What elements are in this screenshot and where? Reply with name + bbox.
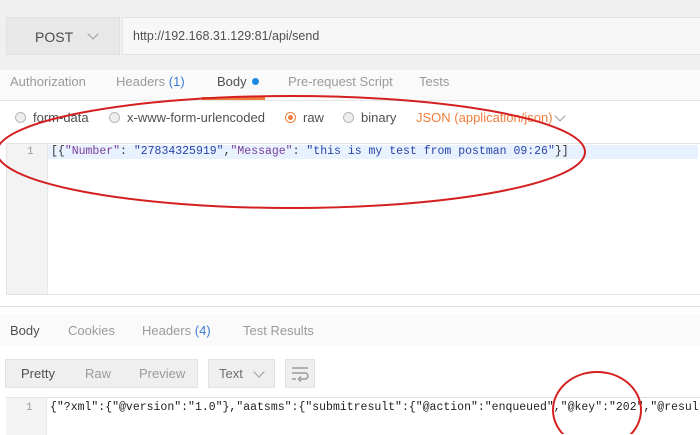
radio-form-data[interactable] [15, 112, 26, 123]
response-tab-test-results[interactable]: Test Results [243, 323, 314, 338]
modified-dot-icon [251, 78, 259, 85]
tab-pre-request-script[interactable]: Pre-request Script [288, 74, 393, 89]
url-text: http://192.168.31.129:81/api/send [133, 29, 320, 43]
wrap-lines-icon [292, 367, 309, 383]
format-dropdown[interactable]: Text [208, 359, 275, 388]
radio-raw[interactable] [285, 112, 296, 123]
form-data-label[interactable]: form-data [33, 110, 89, 125]
tab-body[interactable]: Body [217, 74, 259, 89]
request-body-code[interactable]: [{"Number": "27834325919","Message": "th… [51, 145, 569, 158]
method-dropdown[interactable]: POST [6, 17, 120, 55]
tab-tests[interactable]: Tests [419, 74, 449, 89]
format-label: Text [219, 366, 243, 381]
response-line-number: 1 [26, 402, 33, 414]
binary-label[interactable]: binary [361, 110, 396, 125]
response-body-code: {"?xml":{"@version":"1.0"},"aatsms":{"su… [50, 401, 700, 414]
radio-urlencoded[interactable] [109, 112, 120, 123]
response-divider [0, 306, 700, 307]
tab-headers[interactable]: Headers (1) [116, 74, 185, 89]
format-chevron-icon [253, 366, 265, 378]
chevron-down-icon [87, 28, 99, 40]
raw-label[interactable]: raw [303, 110, 324, 125]
code-prefix: [{ [51, 145, 65, 158]
content-type-chevron-icon[interactable] [554, 110, 566, 122]
preview-button[interactable]: Preview [139, 366, 185, 381]
code-key-number: "Number" [64, 145, 121, 158]
response-tab-cookies[interactable]: Cookies [68, 323, 115, 338]
response-tab-body[interactable]: Body [10, 323, 40, 338]
code-value-number: "27834325919" [133, 145, 224, 158]
code-key-message: "Message" [230, 145, 293, 158]
content-type-dropdown[interactable]: JSON (application/json) [416, 110, 553, 125]
response-headers-count: (4) [194, 323, 211, 338]
urlencoded-label[interactable]: x-www-form-urlencoded [127, 110, 265, 125]
response-body-viewer[interactable]: 1 {"?xml":{"@version":"1.0"},"aatsms":{"… [6, 397, 700, 435]
url-input[interactable]: http://192.168.31.129:81/api/send [122, 17, 700, 55]
code-suffix: }] [554, 145, 569, 158]
response-view-toggle: Pretty Raw Preview [5, 359, 198, 388]
tab-headers-label: Headers [116, 74, 166, 89]
code-sep: : [120, 145, 134, 158]
request-tabs: Authorization Headers (1) Body Pre-reque… [0, 70, 700, 101]
response-tabs: Body Cookies Headers (4) Test Results [0, 314, 700, 346]
code-value-message: "this is my test from postman 09:26" [306, 145, 555, 158]
line-number: 1 [27, 146, 34, 158]
raw-button[interactable]: Raw [85, 366, 111, 381]
editor-gutter [7, 144, 48, 294]
code-sep: : [292, 145, 307, 158]
radio-binary[interactable] [343, 112, 354, 123]
pretty-button[interactable]: Pretty [21, 366, 55, 381]
response-tab-headers-label: Headers [142, 323, 192, 338]
active-tab-underline [202, 97, 265, 100]
request-body-editor[interactable]: 1 [{"Number": "27834325919","Message": "… [6, 143, 700, 295]
tab-body-label: Body [217, 74, 247, 89]
method-label: POST [35, 29, 74, 45]
response-tab-headers[interactable]: Headers (4) [142, 323, 211, 338]
wrap-lines-button[interactable] [285, 359, 315, 388]
tab-authorization[interactable]: Authorization [10, 74, 86, 89]
headers-count: (1) [168, 74, 185, 89]
